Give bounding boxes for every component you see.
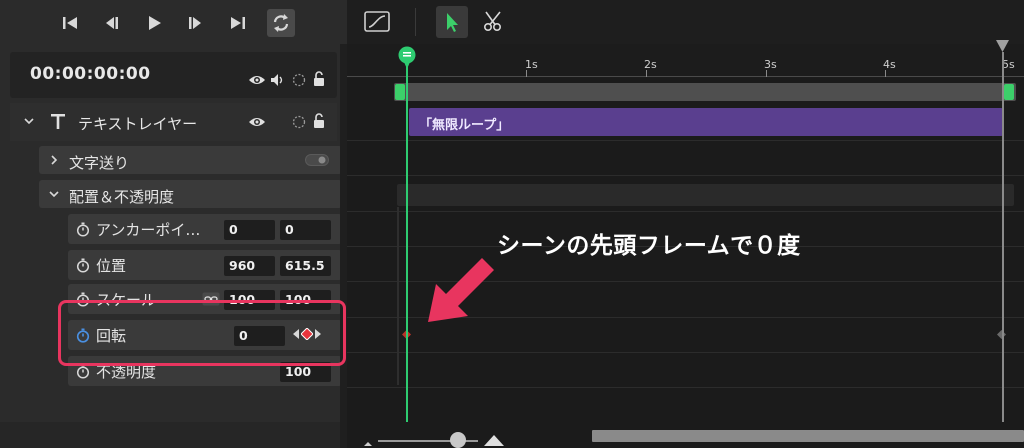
property-label: アンカーポイ… — [96, 221, 201, 239]
annotation-text: シーンの先頭フレームで０度 — [497, 233, 801, 259]
chevron-down-icon[interactable] — [24, 116, 34, 126]
time-ruler[interactable] — [347, 44, 1024, 78]
timecode-row: 00:00:00:00 — [10, 52, 337, 98]
skip-to-end-button[interactable] — [224, 9, 252, 37]
end-marker-line — [1002, 52, 1004, 422]
end-marker-icon[interactable] — [996, 40, 1009, 52]
select-tool-button[interactable] — [436, 6, 468, 38]
zoom-out-icon[interactable] — [364, 438, 372, 446]
solo-icon[interactable] — [292, 115, 306, 129]
text-layer-icon — [50, 113, 66, 130]
track-divider — [347, 140, 1024, 141]
track-divider — [347, 211, 1024, 212]
anchor-x-field[interactable]: 0 — [224, 220, 275, 240]
group-label: 配置＆不透明度 — [69, 188, 175, 206]
ruler-tick-2 — [646, 70, 647, 77]
group-text-advance[interactable]: 文字送り — [39, 146, 342, 174]
timeline-toolbar — [347, 0, 1024, 44]
step-forward-button[interactable] — [182, 9, 210, 37]
left-panel-footer — [0, 422, 347, 448]
group-transform[interactable]: 配置＆不透明度 — [39, 180, 342, 208]
toolbar-divider — [415, 8, 416, 36]
toggle-switch[interactable] — [305, 154, 329, 166]
solo-icon[interactable] — [292, 73, 306, 87]
stopwatch-icon[interactable] — [76, 258, 90, 273]
chevron-down-icon[interactable] — [49, 189, 59, 199]
stopwatch-icon[interactable] — [76, 364, 90, 379]
clip-label: 「無限ループ」 — [419, 118, 510, 133]
ruler-label-1s: 1s — [525, 58, 538, 71]
range-end-handle[interactable] — [1004, 84, 1014, 100]
scene-range-bar[interactable] — [394, 83, 1016, 101]
speaker-icon[interactable] — [270, 73, 286, 87]
group-track-bar[interactable] — [397, 184, 1014, 206]
step-back-button[interactable] — [97, 9, 125, 37]
ruler-label-3s: 3s — [764, 58, 777, 71]
eye-icon[interactable] — [248, 115, 266, 129]
play-button[interactable] — [140, 9, 168, 37]
property-anchor-point[interactable]: アンカーポイ… 0 0 — [68, 214, 342, 244]
zoom-slider-thumb[interactable] — [450, 432, 466, 448]
eye-icon[interactable] — [248, 73, 266, 87]
group-track-edge — [397, 207, 399, 385]
position-x-field[interactable]: 960 — [224, 256, 275, 276]
track-divider — [347, 175, 1024, 176]
track-divider — [347, 387, 1024, 388]
ruler-tick-4 — [885, 70, 886, 77]
playhead-line — [406, 60, 408, 422]
ruler-baseline — [347, 76, 1024, 77]
zoom-in-icon[interactable] — [484, 434, 504, 446]
anchor-y-field[interactable]: 0 — [280, 220, 331, 240]
unlock-icon[interactable] — [312, 71, 326, 87]
scissors-icon[interactable] — [483, 10, 505, 32]
ruler-tick-1 — [526, 70, 527, 77]
panel-divider[interactable] — [340, 44, 347, 448]
unlock-icon[interactable] — [312, 113, 326, 129]
range-start-handle[interactable] — [395, 84, 405, 100]
layer-name: テキストレイヤー — [78, 115, 198, 133]
timecode-display[interactable]: 00:00:00:00 — [30, 64, 151, 84]
ruler-label-4s: 4s — [883, 58, 896, 71]
text-layer-row[interactable]: テキストレイヤー — [10, 103, 337, 141]
horizontal-scrollbar[interactable] — [592, 430, 1024, 442]
group-label: 文字送り — [69, 154, 130, 172]
highlight-frame — [58, 300, 346, 366]
transport-controls — [0, 0, 347, 46]
graph-editor-icon[interactable] — [364, 11, 390, 32]
skip-to-start-button[interactable] — [56, 9, 84, 37]
chevron-right-icon[interactable] — [49, 155, 59, 165]
text-clip[interactable]: 「無限ループ」 — [409, 108, 1003, 136]
track-divider — [347, 352, 1024, 353]
position-y-field[interactable]: 615.5 — [280, 256, 331, 276]
property-label: 位置 — [96, 257, 127, 275]
loop-button[interactable] — [267, 9, 295, 37]
property-position[interactable]: 位置 960 615.5 — [68, 250, 342, 280]
annotation-arrow-icon — [426, 254, 496, 326]
playhead-handle[interactable] — [398, 46, 416, 70]
ruler-tick-3 — [766, 70, 767, 77]
stopwatch-icon[interactable] — [76, 222, 90, 237]
ruler-label-2s: 2s — [644, 58, 657, 71]
